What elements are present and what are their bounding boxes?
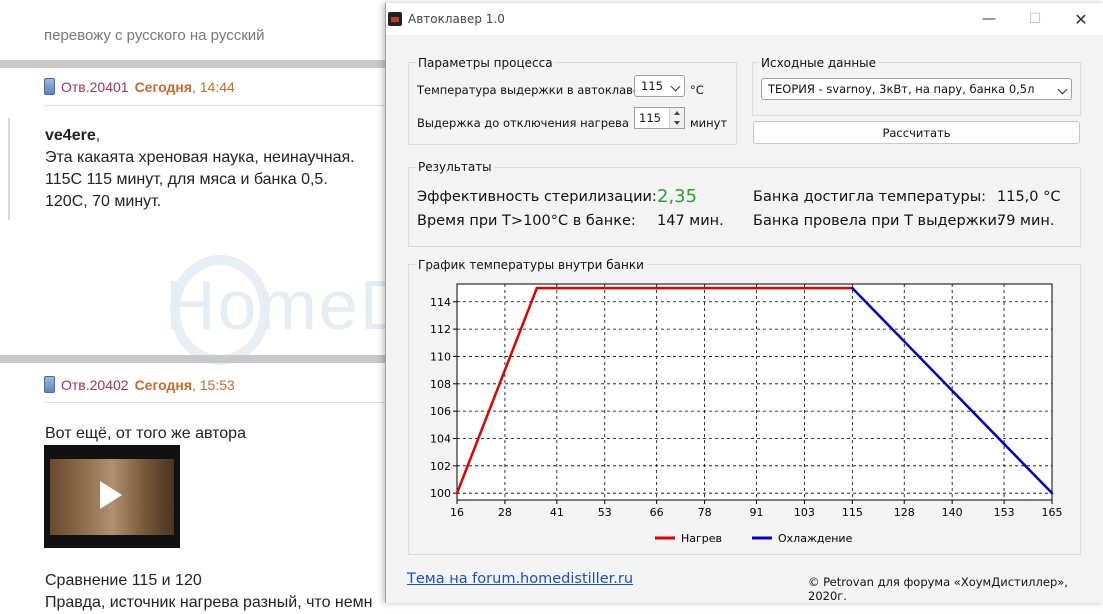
post-separator	[44, 402, 385, 403]
held-time-value: 79 мин.	[997, 213, 1055, 229]
quote-bar	[8, 118, 10, 220]
y-tick-label: 114	[430, 296, 451, 309]
chevron-down-icon	[670, 81, 681, 92]
chevron-down-icon	[1057, 84, 1068, 95]
title-bar[interactable]: Автоклавер 1.0 — ☐ ✕	[386, 3, 1103, 35]
post-divider	[0, 60, 385, 68]
post-line: 115С 115 минут, для мяса и банка 0,5.	[45, 171, 328, 188]
chart-group-label: График температуры внутри банки	[416, 258, 646, 272]
x-tick-label: 103	[794, 506, 815, 519]
temp-unit: °C	[690, 83, 704, 97]
source-group-label: Исходные данные	[759, 56, 879, 70]
data-point	[455, 491, 459, 495]
minimize-button[interactable]: —	[966, 3, 1012, 35]
hold-minutes-stepper[interactable]: 115	[634, 107, 685, 129]
post-line: Правда, источник нагрева разный, что нем…	[45, 594, 373, 611]
post-number-link[interactable]: Отв.20401	[61, 79, 129, 95]
calculate-button[interactable]: Рассчитать	[753, 121, 1080, 144]
y-tick-label: 110	[430, 350, 451, 363]
y-tick-label: 100	[430, 487, 451, 500]
mobile-phone-icon	[44, 78, 55, 95]
app-icon	[388, 12, 402, 26]
reached-temp-value: 115,0 °C	[997, 189, 1061, 205]
y-tick-label: 112	[430, 323, 451, 336]
temperature-select[interactable]: 115	[634, 75, 685, 97]
autoclaver-window: Автоклавер 1.0 — ☐ ✕ Параметры процесса …	[385, 3, 1103, 603]
temp-label: Температура выдержки в автоклаве	[417, 83, 641, 97]
stepper-down-icon[interactable]	[669, 118, 684, 128]
data-point	[535, 286, 539, 290]
x-tick-label: 128	[894, 506, 915, 519]
window-title: Автоклавер 1.0	[408, 12, 505, 26]
x-tick-label: 66	[650, 506, 664, 519]
x-tick-label: 41	[550, 506, 564, 519]
temperature-value: 115	[641, 79, 663, 93]
temperature-chart: 16 28 41 53 66 78 91 103 115 128 140 153 165 100 102 10…	[430, 283, 1063, 545]
time-above-100-label: Время при T>100°C в банке:	[417, 213, 636, 229]
data-point	[1050, 491, 1054, 495]
post-meta: Отв.20401 Сегодня, 14:44	[44, 78, 235, 95]
params-group	[408, 62, 737, 145]
x-tick-label: 115	[842, 506, 863, 519]
post-separator	[44, 105, 385, 106]
post-line: Вот ещё, от того же автора	[45, 425, 246, 442]
x-tick-label: 53	[598, 506, 612, 519]
stepper-up-icon[interactable]	[669, 108, 684, 118]
post-day: Сегодня	[134, 78, 192, 95]
maximize-button[interactable]: ☐	[1012, 3, 1058, 35]
y-tick-label: 108	[430, 378, 451, 391]
forum-signature-line: перевожу с русского на русский	[44, 27, 265, 44]
post-meta: Отв.20402 Сегодня, 15:53	[44, 376, 235, 393]
results-group-label: Результаты	[416, 160, 494, 174]
forum-topic-link[interactable]: Тема на forum.homedistiller.ru	[407, 571, 633, 587]
results-group	[408, 167, 1081, 247]
reached-temp-label: Банка достигла температуры:	[753, 189, 987, 205]
params-group-label: Параметры процесса	[416, 56, 555, 70]
post-divider	[0, 355, 385, 363]
post-time: 14:44	[199, 78, 235, 95]
y-tick-label: 104	[430, 432, 451, 445]
source-select[interactable]: ТЕОРИЯ - svarnoy, 3кВт, на пару, банка 0…	[761, 78, 1072, 100]
x-tick-label: 91	[749, 506, 763, 519]
mobile-phone-icon	[44, 376, 55, 393]
efficiency-value: 2,35	[657, 186, 698, 207]
time-above-100-value: 147 мин.	[657, 213, 724, 229]
play-icon[interactable]	[100, 481, 122, 509]
held-time-label: Банка провела при Т выдержки:	[753, 213, 1002, 229]
post-time: 15:53	[199, 376, 235, 393]
x-tick-label: 165	[1042, 506, 1063, 519]
video-thumbnail[interactable]	[44, 445, 180, 548]
plot-area	[456, 283, 1053, 501]
hold-label: Выдержка до отключения нагрева	[417, 116, 629, 130]
x-tick-label: 140	[942, 506, 963, 519]
post-line: Сравнение 115 и 120	[45, 572, 202, 589]
post-number-link[interactable]: Отв.20402	[61, 377, 129, 393]
close-button[interactable]: ✕	[1058, 3, 1103, 35]
y-tick-label: 106	[430, 405, 451, 418]
post-line: Эта какаята хреновая наука, неинаучная.	[45, 149, 355, 166]
x-tick-label: 28	[498, 506, 512, 519]
data-point	[851, 286, 854, 290]
y-tick-label: 102	[430, 460, 451, 473]
legend-label: Нагрев	[681, 532, 722, 545]
legend-label: Охлаждение	[778, 532, 853, 545]
x-tick-label: 153	[994, 506, 1015, 519]
efficiency-label: Эффективность стерилизации:	[417, 189, 657, 205]
hold-minutes-value: 115	[639, 111, 661, 125]
post-day: Сегодня	[134, 376, 192, 393]
copyright-text: © Petrovan для форума «ХоумДистиллер», 2…	[808, 575, 1068, 603]
post-line: 120С, 70 минут.	[45, 193, 162, 210]
x-tick-label: 16	[450, 506, 464, 519]
post-body: ve4ere, Эта какаята хреновая наука, неин…	[45, 125, 355, 213]
hold-unit: минут	[690, 116, 728, 130]
source-selected-value: ТЕОРИЯ - svarnoy, 3кВт, на пару, банка 0…	[768, 82, 1035, 96]
x-tick-label: 78	[698, 506, 712, 519]
reply-author[interactable]: ve4ere	[45, 127, 96, 144]
